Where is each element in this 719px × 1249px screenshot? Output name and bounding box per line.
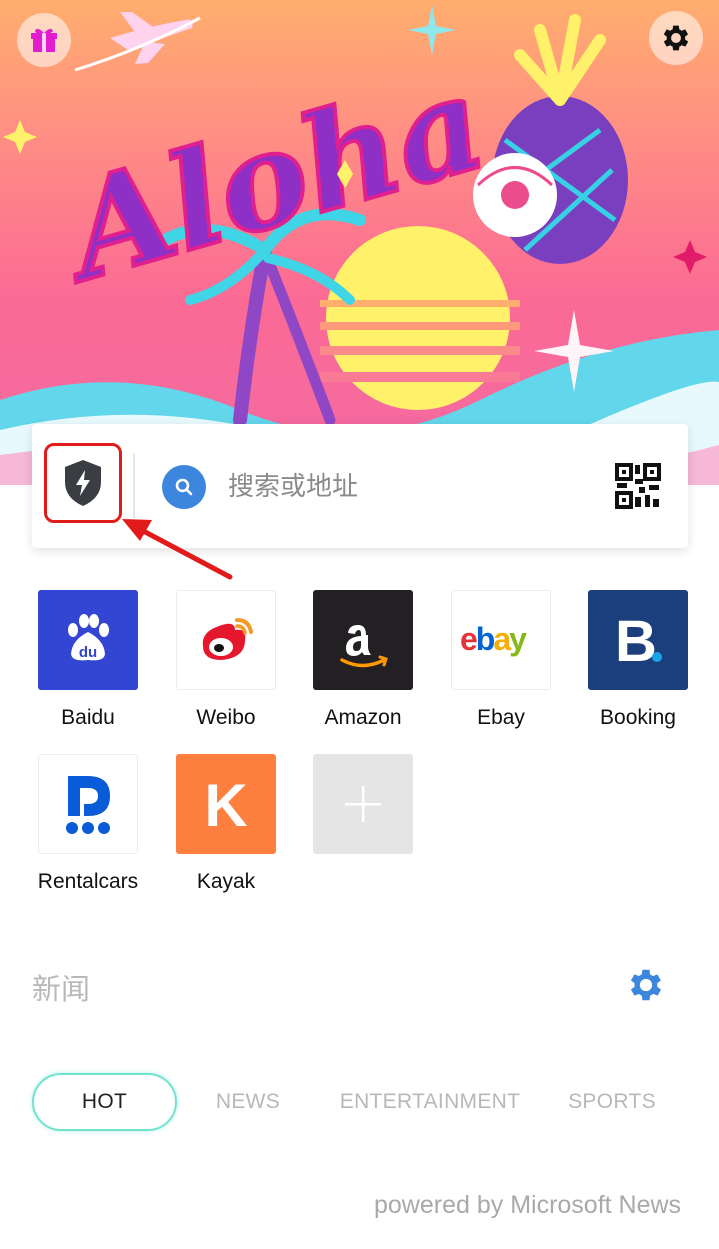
add-shortcut-icon xyxy=(313,754,413,854)
settings-button[interactable] xyxy=(649,11,703,65)
svg-text:K: K xyxy=(204,774,247,834)
annotation-arrow xyxy=(122,519,233,580)
gift-icon xyxy=(31,28,57,52)
shortcut-label: Rentalcars xyxy=(37,870,139,893)
hero-banner[interactable]: Aloha xyxy=(0,0,719,485)
kayak-k-icon: K xyxy=(176,754,276,854)
gear-icon xyxy=(663,25,689,51)
qr-code-icon[interactable] xyxy=(615,463,661,509)
news-tabs: HOT NEWS ENTERTAINMENT SPORTS xyxy=(0,1073,719,1133)
news-settings-gear-icon[interactable] xyxy=(625,964,667,1006)
shortcut-amazon[interactable]: Amazon xyxy=(294,590,432,750)
shortcut-booking[interactable]: B Booking xyxy=(569,590,707,750)
shortcut-label: Ebay xyxy=(477,706,525,729)
shortcut-label: Amazon xyxy=(324,706,402,729)
tab-hot[interactable]: HOT xyxy=(32,1073,177,1131)
shortcut-kayak[interactable]: K Kayak xyxy=(157,754,295,914)
shortcut-label: Weibo xyxy=(196,706,256,729)
shortcut-weibo[interactable]: Weibo xyxy=(157,590,295,750)
shortcut-baidu[interactable]: du Baidu xyxy=(19,590,157,750)
tab-entertainment[interactable]: ENTERTAINMENT xyxy=(330,1073,530,1131)
search-icon[interactable] xyxy=(162,465,206,509)
news-section-title: 新闻 xyxy=(32,972,91,1006)
search-input[interactable] xyxy=(228,462,588,512)
gift-button[interactable] xyxy=(17,13,71,67)
tab-sports[interactable]: SPORTS xyxy=(555,1073,669,1131)
booking-b-icon: B xyxy=(588,590,688,690)
shield-bolt-icon xyxy=(65,460,101,506)
svg-text:B: B xyxy=(615,609,657,674)
svg-text:du: du xyxy=(79,644,97,661)
rentalcars-icon xyxy=(38,754,138,854)
aloha-illustration: Aloha xyxy=(0,5,719,485)
shortcut-label: Kayak xyxy=(196,870,256,893)
add-shortcut-button[interactable] xyxy=(294,754,432,914)
shortcut-ebay[interactable]: ebay Ebay xyxy=(432,590,570,750)
amazon-a-icon xyxy=(313,590,413,690)
tab-news[interactable]: NEWS xyxy=(200,1073,296,1131)
shortcut-label: Booking xyxy=(600,706,676,729)
weibo-eye-icon xyxy=(176,590,276,690)
svg-text:ebay: ebay xyxy=(460,621,527,657)
powered-by-text: powered by Microsoft News xyxy=(374,1191,682,1219)
ebay-logo-icon: ebay xyxy=(451,590,551,690)
baidu-paw-icon: du xyxy=(38,590,138,690)
shortcut-label: Baidu xyxy=(61,706,115,729)
shortcut-rentalcars[interactable]: Rentalcars xyxy=(19,754,157,914)
